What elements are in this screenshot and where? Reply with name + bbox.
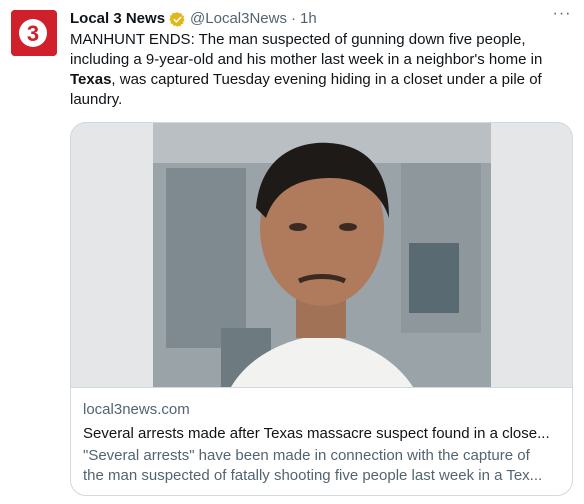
tweet-text-part: MANHUNT ENDS: The man suspected of gunni… [70,31,543,68]
card-description-line: the man suspected of fatally shooting fi… [83,467,543,484]
avatar-logo-text: 3 [27,21,39,46]
avatar[interactable]: 3 [11,10,57,56]
tweet-text-bold: Texas [70,71,112,88]
separator-dot: · [290,10,296,27]
tweet-text: MANHUNT ENDS: The man suspected of gunni… [70,30,570,110]
card-description-line: "Several arrests" have been made in conn… [83,447,530,464]
link-card[interactable]: local3news.com Several arrests made afte… [70,122,573,496]
author-name[interactable]: Local 3 News [70,9,165,29]
tweet-header: Local 3 News @Local3News · 1h [70,9,574,29]
card-title[interactable]: Several arrests made after Texas massacr… [83,424,560,444]
more-horizontal-icon[interactable]: ··· [550,6,574,26]
card-image[interactable] [71,123,572,388]
author-handle[interactable]: @Local3News [190,9,287,29]
card-description: "Several arrests" have been made in conn… [83,446,560,486]
timestamp[interactable]: 1h [300,9,317,29]
tweet-text-part: , was captured Tuesday evening hiding in… [70,71,542,108]
verified-badge-icon[interactable] [169,11,186,28]
card-domain[interactable]: local3news.com [83,400,560,420]
